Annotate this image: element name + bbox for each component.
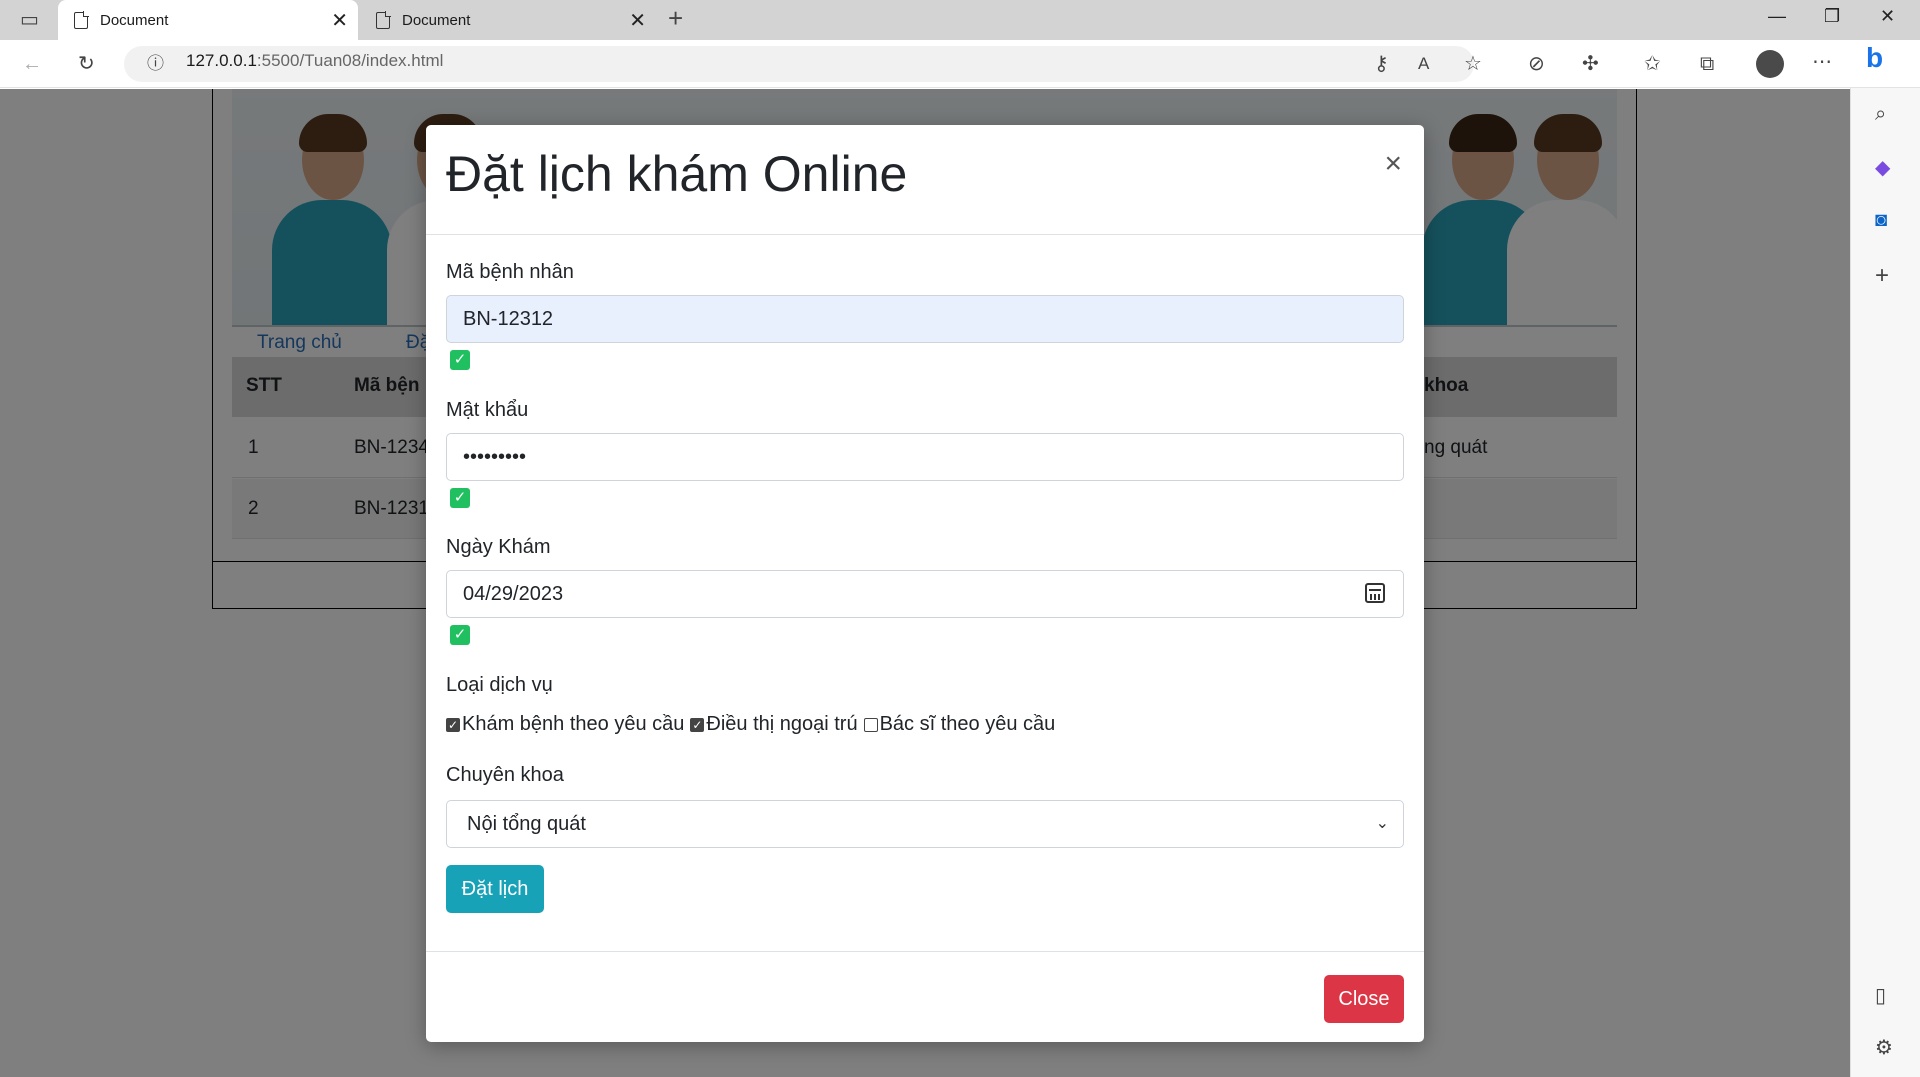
tab-title: Document	[100, 11, 169, 29]
service-checkbox-3[interactable]	[863, 717, 878, 732]
document-icon	[74, 11, 89, 29]
copilot-icon[interactable]: ◆	[1875, 158, 1890, 178]
service-label-3: Bác sĩ theo yêu cầu	[879, 713, 1056, 735]
more-icon[interactable]: ⋯	[1812, 52, 1832, 72]
collections-icon[interactable]: ⧉	[1700, 54, 1714, 74]
modal-title: Đặt lịch khám Online	[446, 146, 908, 202]
specialty-select[interactable]: Nội tổng quát ⌄	[446, 800, 1404, 848]
book-button[interactable]: Đặt lịch	[446, 865, 544, 913]
favorite-add-icon[interactable]: ☆	[1464, 54, 1482, 74]
refresh-icon[interactable]: ↻	[78, 54, 95, 74]
date-value: 04/29/2023	[463, 582, 564, 605]
chevron-down-icon: ⌄	[1375, 815, 1389, 832]
booking-modal: Đặt lịch khám Online × Mã bệnh nhân BN-1…	[426, 125, 1424, 1042]
close-icon[interactable]: ×	[1384, 147, 1402, 181]
sidebar-toggle-icon[interactable]: ▯	[1875, 986, 1886, 1006]
edge-sidebar: ⌕ ◆ ◙ + ▯ ⚙	[1850, 88, 1920, 1077]
valid-check-icon: ✓	[450, 488, 470, 508]
password-key-icon[interactable]: ⚷	[1374, 54, 1389, 74]
site-info-icon[interactable]: ⓘ	[147, 54, 164, 74]
url-path: :5500/Tuan08/index.html	[256, 51, 444, 70]
back-icon[interactable]: ←	[22, 54, 42, 74]
valid-check-icon: ✓	[450, 350, 470, 370]
tab-title: Document	[402, 11, 471, 29]
password-label: Mật khẩu	[446, 399, 529, 421]
avatar[interactable]	[1756, 50, 1784, 78]
new-tab-icon[interactable]: +	[668, 5, 683, 31]
patient-id-label: Mã bệnh nhân	[446, 261, 574, 283]
window-close-icon[interactable]: ✕	[1880, 6, 1895, 27]
modal-header: Đặt lịch khám Online ×	[426, 125, 1424, 235]
url-host: 127.0.0.1	[186, 51, 257, 70]
restore-icon[interactable]: ❐	[1824, 6, 1840, 27]
service-checkbox-1[interactable]: ✓	[446, 717, 460, 732]
add-sidebar-icon[interactable]: +	[1875, 264, 1889, 288]
browser-tab-bar: ▭ Document ✕ Document ✕ + — ❐ ✕	[0, 0, 1920, 40]
specialty-label: Chuyên khoa	[446, 764, 564, 786]
document-icon	[376, 11, 391, 29]
minimize-icon[interactable]: —	[1768, 6, 1786, 27]
password-input[interactable]: •••••••••	[446, 433, 1404, 481]
search-icon[interactable]: ⌕	[1875, 104, 1886, 124]
service-checkboxes: ✓ Khám bệnh theo yêu cầu ✓ Điều thị ngoạ…	[446, 713, 1055, 736]
close-tab-icon[interactable]: ✕	[629, 8, 646, 33]
url-text: 127.0.0.1:5500/Tuan08/index.html	[186, 51, 443, 71]
close-tab-icon[interactable]: ✕	[331, 8, 348, 33]
specialty-value: Nội tổng quát	[467, 812, 586, 835]
compass-icon[interactable]: ⊘	[1528, 54, 1545, 74]
modal-footer-divider	[426, 951, 1424, 952]
settings-icon[interactable]: ⚙	[1875, 1038, 1893, 1058]
valid-check-icon: ✓	[450, 625, 470, 645]
extensions-icon[interactable]: ✣	[1582, 54, 1599, 74]
calendar-icon[interactable]	[1365, 583, 1385, 603]
browser-tab-2[interactable]: Document ✕	[360, 0, 656, 40]
service-checkbox-2[interactable]: ✓	[690, 717, 705, 732]
read-aloud-icon[interactable]: A	[1418, 54, 1429, 74]
service-label: Loại dịch vụ	[446, 674, 553, 696]
date-input[interactable]: 04/29/2023	[446, 570, 1404, 618]
patient-id-value: BN-12312	[463, 307, 554, 330]
patient-id-input[interactable]: BN-12312	[446, 295, 1404, 343]
tab-actions-icon[interactable]: ▭	[20, 10, 39, 30]
browser-tab-1[interactable]: Document ✕	[58, 0, 358, 40]
service-label-2: Điều thị ngoại trú	[706, 713, 858, 735]
password-value: •••••••••	[463, 445, 527, 468]
bing-icon[interactable]: b	[1866, 44, 1883, 72]
date-label: Ngày Khám	[446, 536, 551, 558]
service-label-1: Khám bệnh theo yêu cầu	[462, 713, 685, 735]
favorites-icon[interactable]: ✩	[1644, 54, 1661, 74]
outlook-icon[interactable]: ◙	[1875, 210, 1887, 230]
close-button[interactable]: Close	[1324, 975, 1404, 1023]
